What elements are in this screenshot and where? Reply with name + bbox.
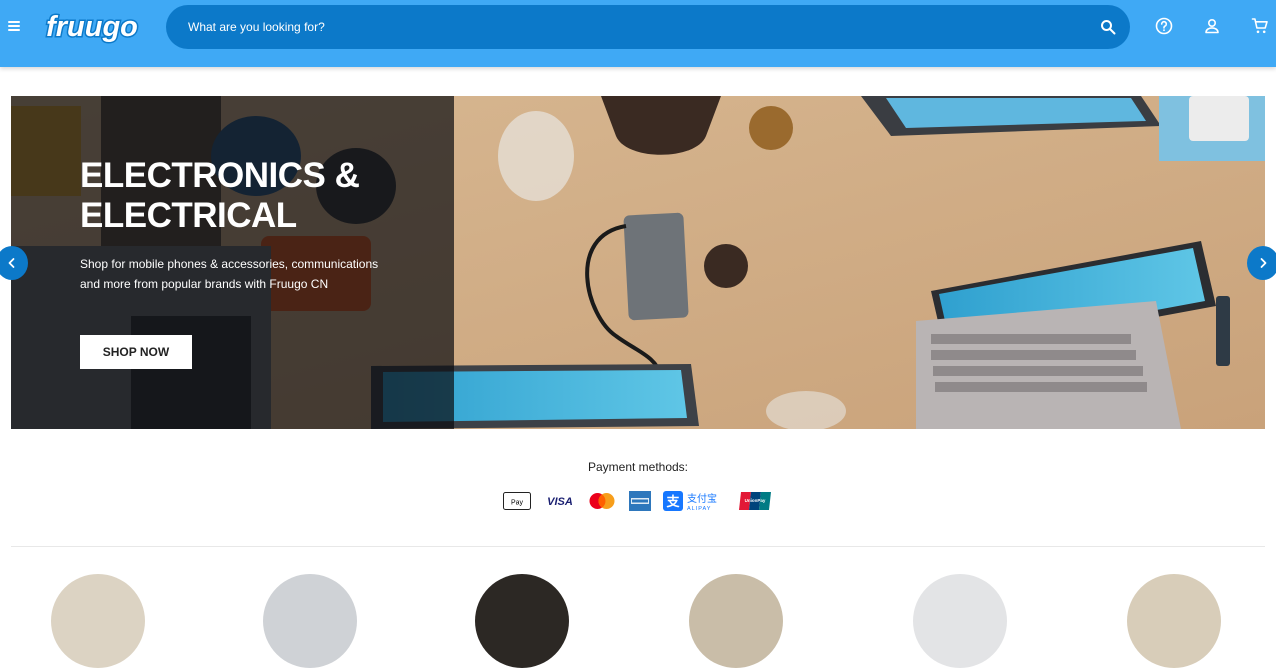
help-icon[interactable] [1155,17,1173,35]
apple-pay-label: Pay [511,500,524,507]
hero-banner: ELECTRONICS & ELECTRICAL Shop for mobile… [11,96,1265,429]
fruugo-logo[interactable]: fruugo [44,2,140,52]
mastercard-icon [589,493,615,509]
payment-methods-title: Payment methods: [587,460,689,474]
account-icon[interactable] [1203,17,1221,35]
category-circle[interactable] [263,574,357,668]
search-icon[interactable] [1100,19,1116,35]
category-circle[interactable] [1127,574,1221,668]
search-bar[interactable] [166,5,1130,49]
visa-label: VISA [547,496,573,508]
top-header: fruugo [0,0,1276,67]
visa-icon: VISA [547,496,573,508]
cart-icon[interactable] [1251,17,1269,35]
search-input[interactable] [188,5,1068,49]
svg-text:支: 支 [665,494,680,510]
amex-icon [629,491,651,511]
svg-text:fruugo: fruugo [46,11,138,43]
unionpay-icon: UnionPay [739,492,771,510]
category-circle[interactable] [913,574,1007,668]
logo-image: fruugo [45,10,140,45]
alipay-sublabel: ALIPAY [687,506,711,512]
category-circle[interactable] [475,574,569,668]
alipay-icon: 支 支付宝 ALIPAY [663,491,717,512]
section-divider [11,546,1265,547]
apple-pay-icon: Pay [503,492,531,510]
carousel-next-button[interactable] [1247,246,1276,280]
hero-subtitle: Shop for mobile phones & accessories, co… [80,257,379,291]
category-circle[interactable] [51,574,145,668]
chevron-right-icon [1260,258,1267,268]
alipay-label: 支付宝 [687,492,717,505]
menu-icon[interactable] [6,17,24,35]
chevron-left-icon [8,258,15,268]
shop-now-button[interactable]: SHOP NOW [80,335,192,369]
unionpay-label: UnionPay [745,498,766,503]
category-circle[interactable] [689,574,783,668]
hero-title: ELECTRONICS & ELECTRICAL [80,156,360,235]
